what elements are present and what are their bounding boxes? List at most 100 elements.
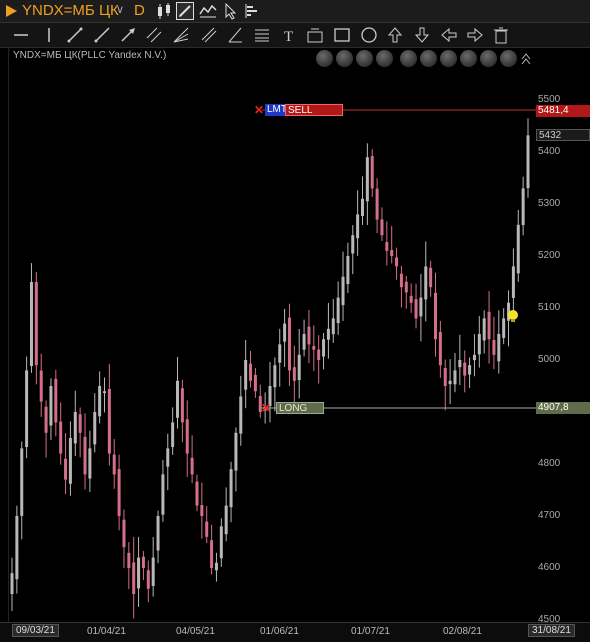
candle bbox=[107, 363, 111, 466]
price-tick-label: 4700 bbox=[538, 510, 561, 521]
candle bbox=[214, 552, 218, 582]
price-tick-label: 5200 bbox=[538, 250, 561, 261]
candle bbox=[141, 551, 145, 580]
candle bbox=[98, 371, 102, 424]
time-axis-start-label: 09/03/21 bbox=[12, 624, 59, 637]
candle bbox=[492, 316, 496, 370]
candle bbox=[88, 430, 92, 493]
candle bbox=[346, 242, 350, 294]
candle bbox=[219, 518, 223, 567]
candle bbox=[180, 379, 184, 443]
candle bbox=[34, 271, 38, 385]
candle bbox=[287, 303, 291, 386]
time-axis-label: 01/07/21 bbox=[351, 626, 390, 637]
candle bbox=[341, 251, 345, 321]
candle bbox=[360, 176, 364, 225]
candle bbox=[317, 335, 321, 384]
candle bbox=[176, 356, 180, 429]
candle bbox=[161, 460, 165, 522]
candle bbox=[302, 319, 306, 357]
candle bbox=[448, 359, 452, 405]
alert-bulb-icon[interactable] bbox=[507, 309, 519, 323]
time-axis-end-label: 31/08/21 bbox=[528, 624, 575, 637]
candle bbox=[73, 390, 77, 456]
candle bbox=[49, 378, 53, 440]
candle bbox=[137, 536, 141, 607]
candle bbox=[336, 281, 340, 335]
scroll-left-icon[interactable] bbox=[336, 50, 353, 67]
close-position-icon[interactable]: ✕ bbox=[261, 402, 271, 414]
price-tick-label: 5100 bbox=[538, 302, 561, 313]
candle bbox=[132, 537, 136, 619]
candle bbox=[399, 265, 403, 308]
candle bbox=[10, 557, 14, 611]
price-tick-label: 5300 bbox=[538, 198, 561, 209]
candle bbox=[122, 509, 126, 568]
candle bbox=[278, 328, 282, 387]
candle bbox=[395, 247, 399, 280]
candle bbox=[190, 435, 194, 484]
candle bbox=[146, 560, 150, 603]
candle bbox=[307, 309, 311, 364]
candle bbox=[93, 393, 97, 453]
candle bbox=[205, 506, 209, 544]
candle bbox=[424, 241, 428, 322]
candle bbox=[29, 263, 33, 373]
candle bbox=[68, 421, 72, 496]
candle bbox=[185, 400, 189, 477]
candle bbox=[438, 321, 442, 378]
candle bbox=[434, 272, 438, 357]
candle bbox=[351, 225, 355, 275]
candle bbox=[521, 176, 525, 236]
play-icon[interactable] bbox=[356, 50, 373, 67]
candle bbox=[463, 350, 467, 393]
long-position-label[interactable]: LONG bbox=[276, 402, 324, 414]
current-price-tag: 5432 bbox=[536, 129, 590, 141]
candle bbox=[39, 353, 43, 417]
time-axis-label: 04/05/21 bbox=[176, 626, 215, 637]
candle bbox=[102, 377, 106, 413]
candle bbox=[429, 260, 433, 297]
candle bbox=[200, 482, 204, 539]
cancel-sell-order-icon[interactable]: ✕ bbox=[254, 104, 264, 116]
candle bbox=[404, 275, 408, 309]
candle bbox=[419, 273, 423, 342]
candle bbox=[112, 439, 116, 489]
candle bbox=[502, 308, 506, 345]
candle bbox=[64, 433, 68, 495]
scroll-right-icon[interactable] bbox=[376, 50, 393, 67]
candle bbox=[443, 359, 447, 411]
collapse-icon[interactable] bbox=[521, 51, 531, 67]
candle bbox=[409, 283, 413, 313]
candle bbox=[156, 510, 160, 564]
candle bbox=[326, 302, 330, 359]
candle bbox=[195, 474, 199, 512]
zoom-search-icon[interactable] bbox=[440, 50, 457, 67]
candle bbox=[292, 345, 296, 406]
candle bbox=[229, 461, 233, 523]
scroll-to-start-icon[interactable] bbox=[316, 50, 333, 67]
candle bbox=[370, 149, 374, 197]
zoom-in-icon[interactable] bbox=[400, 50, 417, 67]
time-axis-label: 01/04/21 bbox=[87, 626, 126, 637]
candle bbox=[15, 505, 19, 594]
candle bbox=[25, 356, 29, 459]
candle bbox=[54, 369, 58, 437]
scroll-to-end-icon[interactable] bbox=[500, 50, 517, 67]
candle bbox=[322, 332, 326, 370]
candlestick-series bbox=[10, 118, 530, 619]
candle bbox=[249, 350, 253, 388]
candle bbox=[511, 248, 515, 315]
fit-horizontal-icon[interactable] bbox=[480, 50, 497, 67]
fit-vertical-icon[interactable] bbox=[460, 50, 477, 67]
candle bbox=[414, 283, 418, 329]
candle bbox=[385, 221, 389, 266]
candle bbox=[127, 542, 131, 590]
time-axis-label: 02/08/21 bbox=[443, 626, 482, 637]
sell-price-tag: 5481,4 bbox=[536, 105, 590, 117]
candle bbox=[468, 357, 472, 388]
candle bbox=[283, 308, 287, 367]
candle bbox=[472, 334, 476, 377]
sell-order-label[interactable]: SELL bbox=[285, 104, 343, 116]
zoom-out-icon[interactable] bbox=[420, 50, 437, 67]
